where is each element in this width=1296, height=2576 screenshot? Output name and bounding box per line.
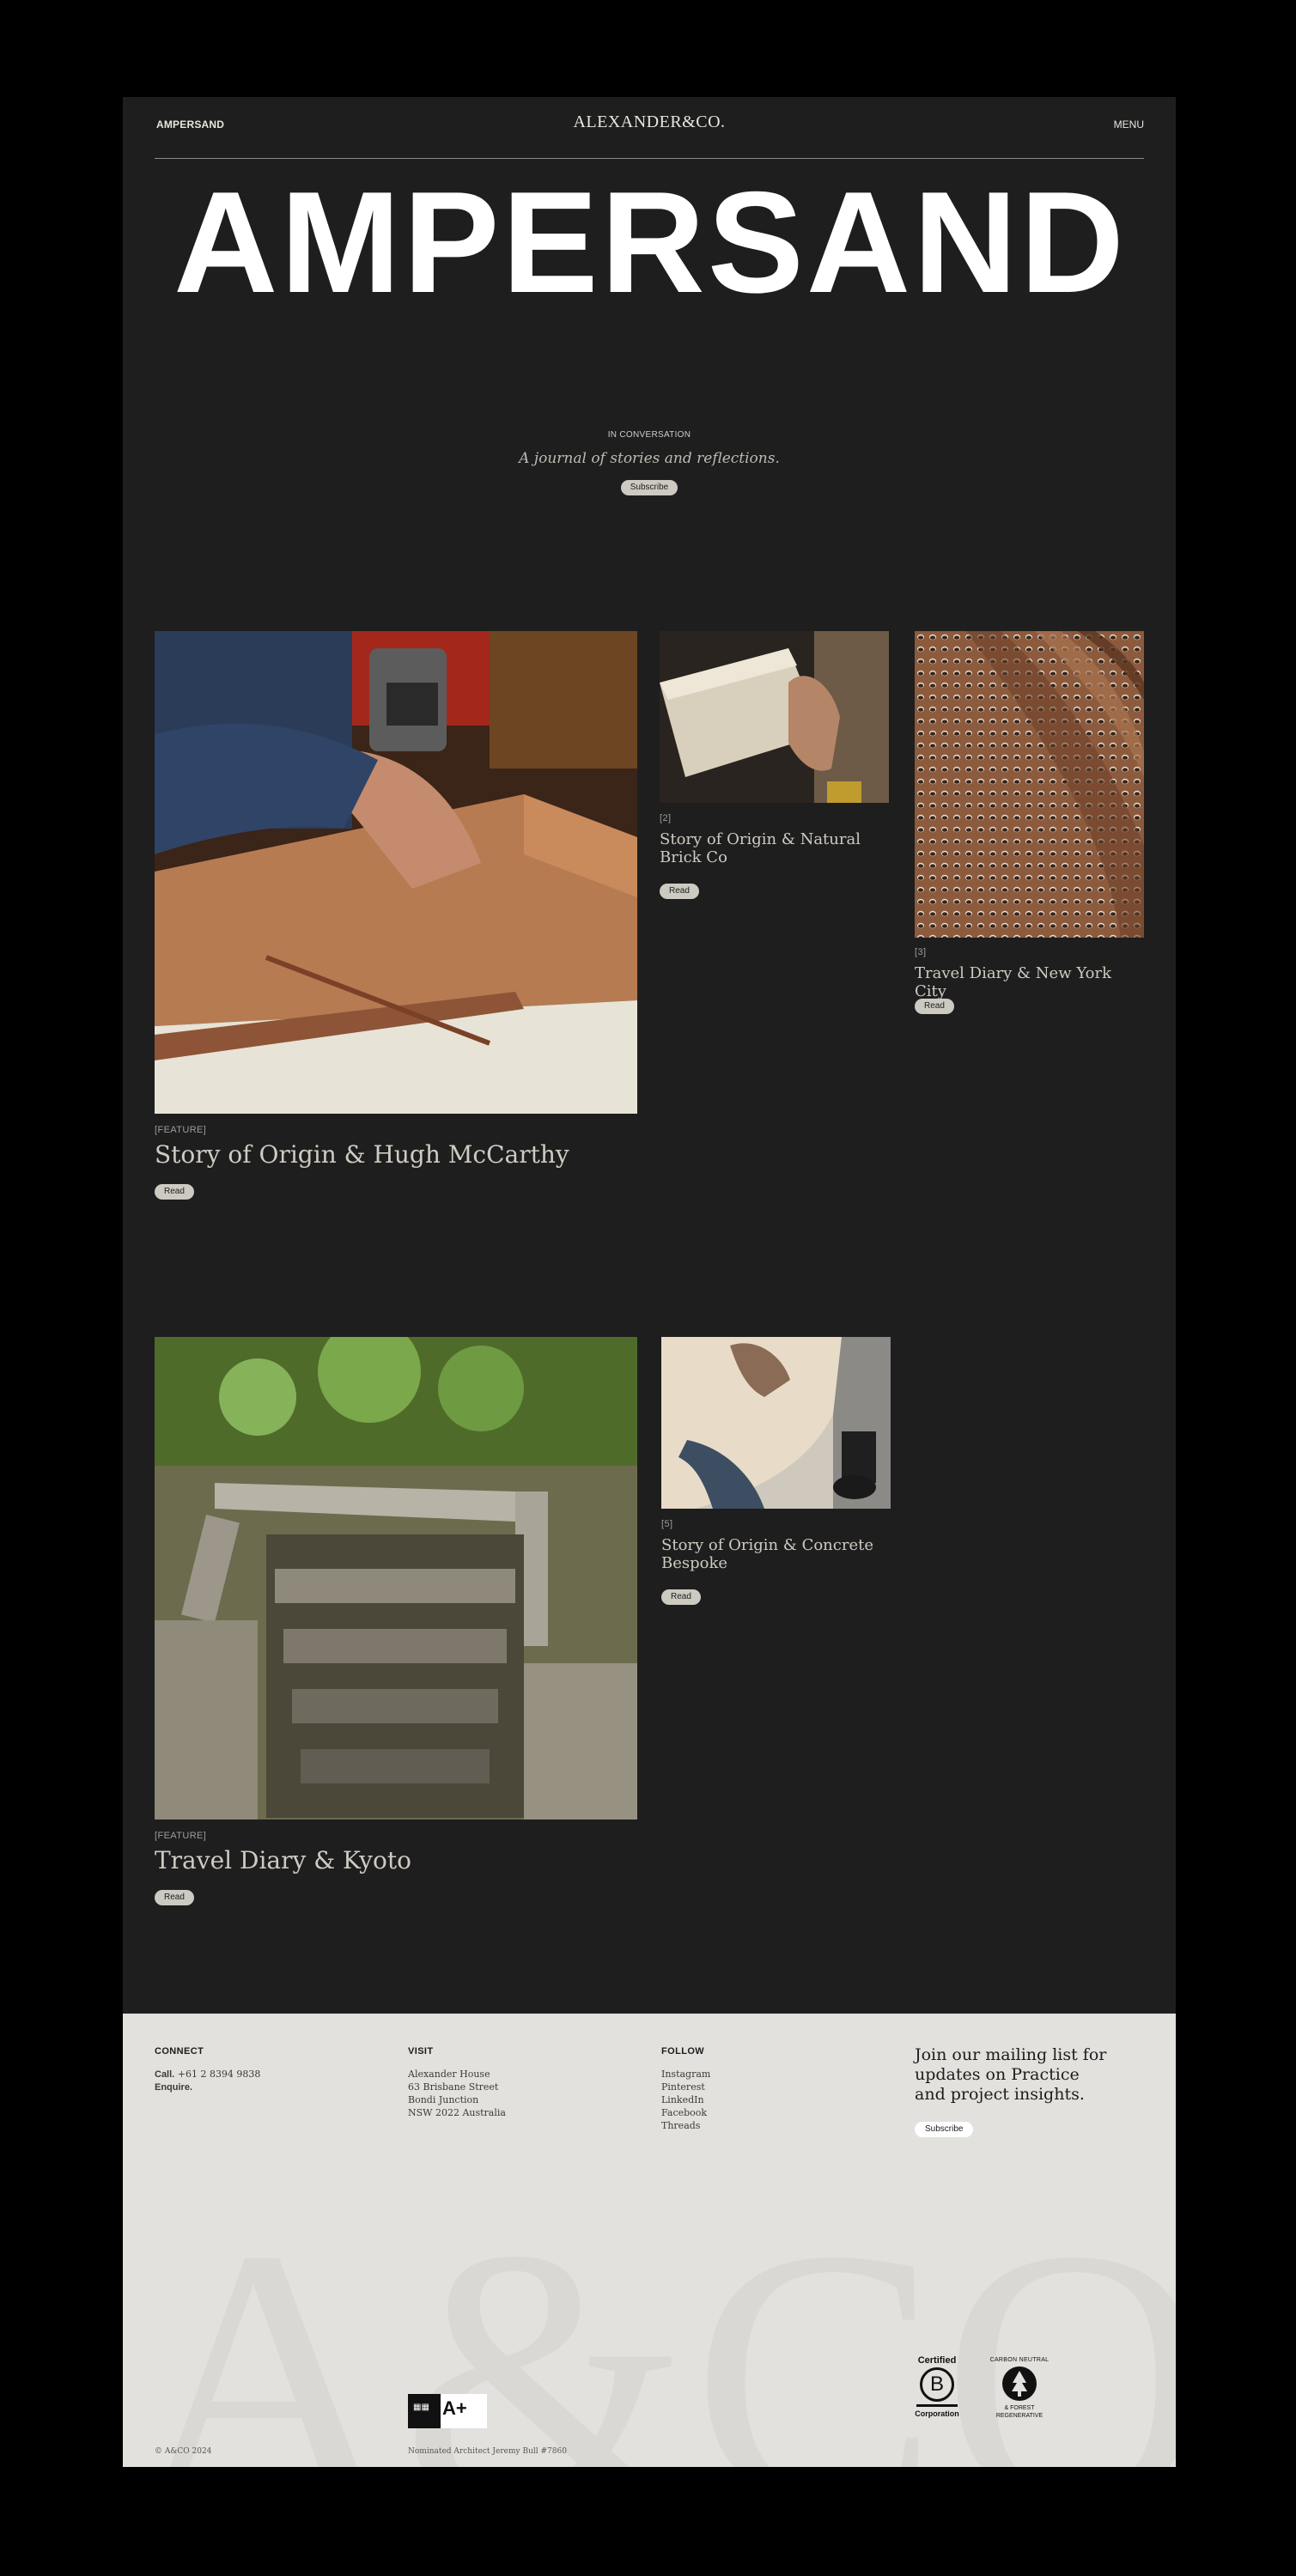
article-tag: [2] [660,813,672,823]
article-tag: [3] [915,947,927,957]
carbon-neutral-badge-icon: CARBON NEUTRAL & FOREST REGENERATIVE [989,2357,1050,2433]
article-title[interactable]: Travel Diary & Kyoto [155,1846,636,1874]
grate-photo-icon[interactable] [915,631,1144,938]
footer-follow-heading: FOLLOW [661,2046,705,2057]
article-tag: [5] [661,1519,673,1529]
footer-subscribe-wrap: Subscribe [915,2120,974,2137]
concrete-photo-icon[interactable] [661,1337,891,1509]
intro-subscribe-button[interactable]: Subscribe [620,480,678,495]
instagram-link[interactable]: Instagram [661,2068,850,2081]
bcorp-line1: Certified [917,2355,957,2366]
article-title[interactable]: Story of Origin & Natural Brick Co [660,830,887,866]
pinterest-link[interactable]: Pinterest [661,2081,850,2093]
intro-tagline: A journal of stories and reflections. [519,450,780,467]
read-button[interactable]: Read [660,884,699,899]
svg-text:▦▦: ▦▦ [413,2403,429,2412]
forest-icon [1002,2366,1037,2401]
read-button-wrap: Read [915,997,954,1014]
aplus-text: A+ [442,2397,467,2419]
read-button[interactable]: Read [155,1184,194,1200]
menu-button[interactable]: MENU [1114,118,1144,131]
article-tag: [FEATURE] [155,1125,207,1135]
bcorp-rule [916,2404,958,2407]
footer-subscribe-button[interactable]: Subscribe [915,2122,974,2137]
stone-steps-photo-icon[interactable] [155,1337,637,1820]
woodwork-photo-icon[interactable] [155,631,637,1114]
carbon-badge-top: CARBON NEUTRAL [989,2357,1050,2363]
architect-note: Nominated Architect Jeremy Bull #7860 [408,2447,567,2456]
footer-address: Alexander House 63 Brisbane Street Bondi… [408,2068,597,2119]
address-line: Alexander House [408,2069,490,2080]
hero-wordmark: AMPERSAND [173,161,1127,323]
article-title[interactable]: Story of Origin & Hugh McCarthy [155,1140,636,1169]
footer-visit-heading: VISIT [408,2046,434,2057]
bcorp-letter: B [920,2367,954,2402]
article-tag: [FEATURE] [155,1831,207,1841]
copyright: © A&CO 2024 [155,2447,212,2456]
read-button-wrap: Read [155,1888,194,1905]
footer-connect-block: Call. +61 2 8394 9838 Enquire. [155,2068,344,2094]
read-button[interactable]: Read [915,999,954,1014]
linkedin-link[interactable]: LinkedIn [661,2093,850,2106]
bcorp-line2: Corporation [915,2409,959,2418]
facebook-link[interactable]: Facebook [661,2106,850,2119]
threads-link[interactable]: Threads [661,2119,850,2132]
read-button[interactable]: Read [155,1890,194,1905]
read-button-wrap: Read [660,882,699,899]
read-button-wrap: Read [661,1588,701,1605]
mailing-list-text: Join our mailing list for updates on Pra… [915,2045,1107,2104]
read-button-wrap: Read [155,1182,194,1200]
read-button[interactable]: Read [661,1589,701,1605]
footer-connect-heading: CONNECT [155,2046,204,2057]
call-label: Call. [155,2069,175,2080]
phone-link[interactable]: +61 2 8394 9838 [178,2069,261,2080]
intro-subscribe-wrap: Subscribe [123,478,1176,495]
enquire-link[interactable]: Enquire. [155,2081,344,2094]
architects-institute-logo-icon: ▦▦ A+ [408,2394,487,2428]
article-title[interactable]: Story of Origin & Concrete Bespoke [661,1536,889,1572]
site-footer: A&CO. CONNECT Call. +61 2 8394 9838 Enqu… [123,2014,1176,2467]
address-line: NSW 2022 Australia [408,2107,506,2118]
phone-row: Call. +61 2 8394 9838 [155,2068,344,2081]
footer-social-links: Instagram Pinterest LinkedIn Facebook Th… [661,2068,850,2132]
carbon-badge-bottom: & FOREST REGENERATIVE [995,2405,1043,2419]
address-line: Bondi Junction [408,2094,479,2105]
brand-logo[interactable]: ALEXANDER&CO. [123,112,1176,132]
header-divider [155,158,1144,159]
address-line: 63 Brisbane Street [408,2081,499,2093]
intro-eyebrow: IN CONVERSATION [607,430,691,440]
brick-photo-icon[interactable] [660,631,889,803]
bcorp-badge-icon: Certified B Corporation [915,2355,959,2433]
article-title[interactable]: Travel Diary & New York City [915,964,1147,1000]
